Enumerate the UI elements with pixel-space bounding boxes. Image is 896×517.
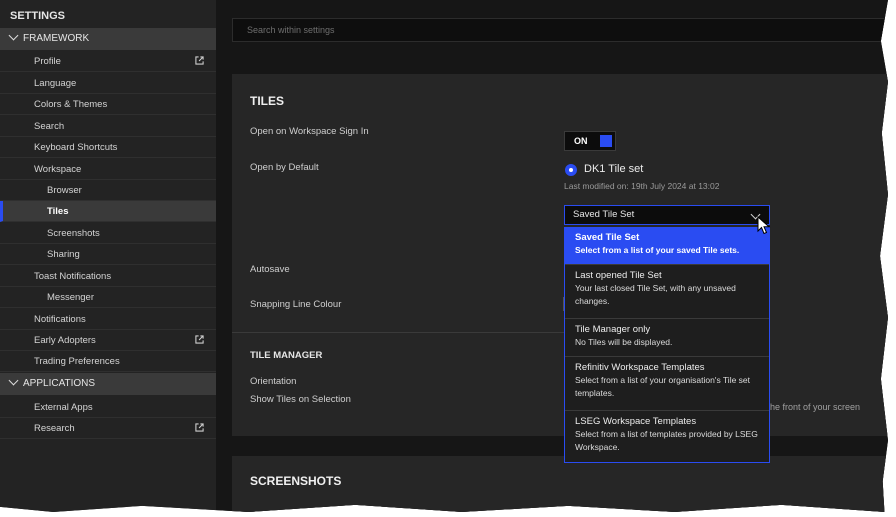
sidebar-item-messenger[interactable]: Messenger [0,287,216,308]
sidebar-item-trading-preferences[interactable]: Trading Preferences [0,351,216,372]
tiles-heading: TILES [250,94,285,108]
open-by-default-label: Open by Default [250,162,319,173]
sidebar-item-workspace[interactable]: Workspace [0,159,216,180]
last-modified-text: Last modified on: 19th July 2024 at 13:0… [564,181,720,191]
sidebar-section-framework[interactable]: FRAMEWORK [0,28,216,50]
search-input[interactable]: Search within settings [232,18,888,42]
chevron-down-icon [8,30,19,41]
sidebar-item-colors-themes[interactable]: Colors & Themes [0,94,216,115]
tile-set-dropdown-menu: Saved Tile Set Select from a list of you… [564,227,770,463]
settings-window: SETTINGS FRAMEWORK Profile Language Colo… [0,0,888,512]
sidebar-item-search[interactable]: Search [0,116,216,137]
sidebar-item-toast-notifications[interactable]: Toast Notifications [0,266,216,287]
settings-content: Search within settings TILES Open on Wor… [216,0,888,512]
mouse-pointer-icon [757,216,771,235]
sidebar-section-applications[interactable]: APPLICATIONS [0,373,216,395]
sidebar-item-tiles[interactable]: Tiles [0,201,216,222]
sidebar-item-external-apps[interactable]: External Apps [0,397,216,418]
toggle-knob [600,135,612,147]
external-link-icon [195,335,204,344]
orientation-label: Orientation [250,376,297,387]
option-refinitiv-workspace-templates[interactable]: Refinitiv Workspace Templates Select fro… [565,358,769,411]
autosave-label: Autosave [250,264,290,275]
open-on-sign-in-label: Open on Workspace Sign In [250,126,369,137]
sidebar: SETTINGS FRAMEWORK Profile Language Colo… [0,0,216,512]
tile-manager-heading: TILE MANAGER [250,350,323,361]
chevron-down-icon [8,375,19,386]
select-value: Saved Tile Set [573,209,635,220]
option-lseg-workspace-templates[interactable]: LSEG Workspace Templates Select from a l… [565,412,769,462]
radio-dk1-tile-set[interactable] [565,164,577,176]
screenshots-heading: SCREENSHOTS [250,474,342,488]
sidebar-item-notifications[interactable]: Notifications [0,309,216,330]
show-tiles-on-selection-label: Show Tiles on Selection [250,394,351,405]
external-link-icon [195,423,204,432]
sidebar-item-research[interactable]: Research [0,418,216,439]
partial-description-text: he front of your screen [770,402,861,412]
snapping-line-colour-label: Snapping Line Colour [250,299,342,310]
sidebar-item-sharing[interactable]: Sharing [0,244,216,265]
open-on-sign-in-toggle[interactable]: ON [564,131,616,151]
option-tile-manager-only[interactable]: Tile Manager only No Tiles will be displ… [565,320,769,357]
option-last-opened-tile-set[interactable]: Last opened Tile Set Your last closed Ti… [565,266,769,319]
radio-dot [569,168,573,172]
toggle-state-label: ON [574,136,588,146]
tile-set-select[interactable]: Saved Tile Set [564,205,770,225]
sidebar-item-early-adopters[interactable]: Early Adopters [0,330,216,351]
external-link-icon [195,56,204,65]
sidebar-item-language[interactable]: Language [0,73,216,94]
option-saved-tile-set[interactable]: Saved Tile Set Select from a list of you… [565,228,769,265]
radio-label: DK1 Tile set [584,163,644,175]
sidebar-item-keyboard-shortcuts[interactable]: Keyboard Shortcuts [0,137,216,158]
sidebar-item-screenshots[interactable]: Screenshots [0,223,216,244]
sidebar-item-profile[interactable]: Profile [0,51,216,72]
sidebar-item-browser[interactable]: Browser [0,180,216,201]
sidebar-title: SETTINGS [10,10,66,22]
